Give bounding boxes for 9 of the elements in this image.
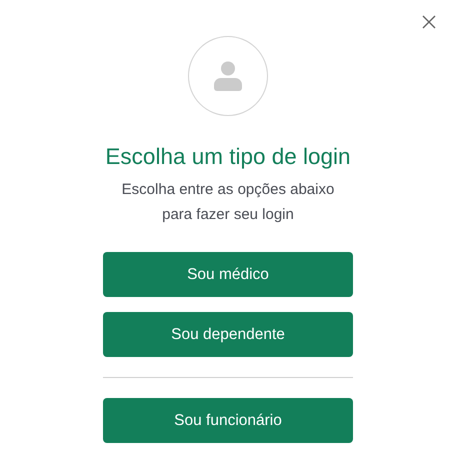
login-option-button[interactable]: Sou médico [103,252,353,297]
subtitle-text: para fazer seu login [161,205,295,225]
login-option-button[interactable]: Sou funcionário [103,398,353,443]
subtitle-text: Escolha entre as opções abaixo [122,180,334,200]
login-option-button[interactable]: Sou dependente [103,312,353,357]
dialog-title: Escolha um tipo de login [105,143,351,171]
close-button[interactable] [421,14,437,30]
user-icon [214,61,242,91]
close-icon [421,14,437,30]
